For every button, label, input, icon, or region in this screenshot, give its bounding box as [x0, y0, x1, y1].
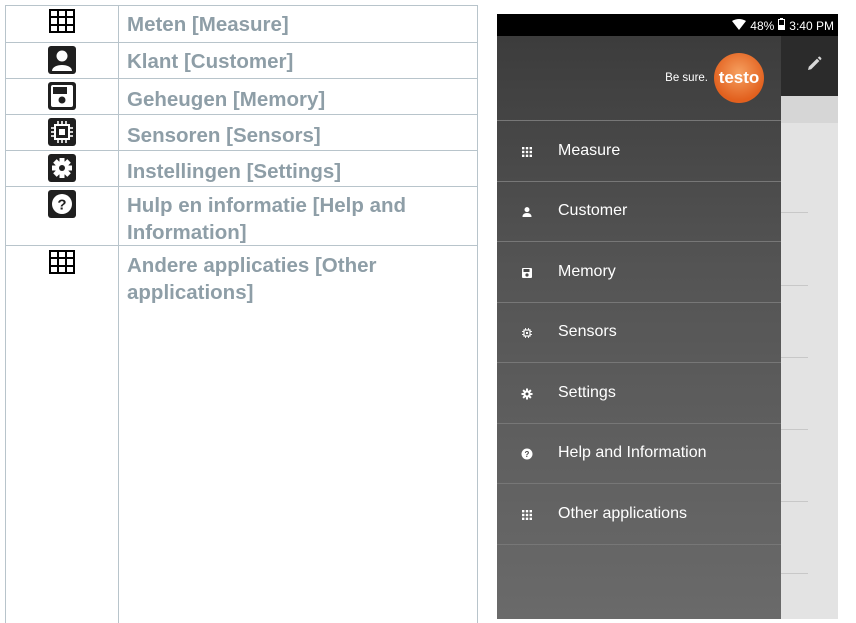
testo-logo: Be sure. testo — [665, 53, 764, 103]
row-label: Instellingen [Settings] — [127, 160, 342, 183]
apps-icon — [521, 508, 533, 520]
divider — [781, 501, 808, 502]
gear-icon — [521, 387, 533, 400]
logo-brand: testo — [714, 53, 764, 103]
icon-legend-table: Meten [Measure] Klant [Customer] Geheuge… — [5, 5, 478, 623]
content-header-strip — [781, 96, 838, 123]
divider — [781, 212, 808, 213]
row-label: Meten [Measure] — [127, 13, 289, 36]
menu-item-sensors[interactable]: Sensors — [497, 301, 781, 363]
status-bar: 48% 3:40 PM — [497, 14, 838, 36]
app-screenshot: 48% 3:40 PM Be sure. testo Measure Custo… — [497, 14, 838, 619]
person-icon — [521, 205, 533, 218]
divider — [781, 573, 808, 574]
divider — [781, 357, 808, 358]
edit-icon[interactable] — [806, 56, 822, 77]
row-label: Sensoren [Sensors] — [127, 124, 321, 147]
divider — [781, 285, 808, 286]
menu-item-label: Other applications — [558, 504, 687, 522]
navigation-drawer: Be sure. testo Measure Customer Memory S… — [497, 36, 781, 619]
row-label: Hulp en informatie [Help and Information… — [127, 194, 407, 244]
svg-text:?: ? — [525, 450, 530, 459]
battery-level: 48% — [750, 18, 775, 33]
save-icon — [521, 266, 533, 278]
drawer-header: Be sure. testo — [497, 36, 781, 120]
grid-icon — [5, 9, 118, 33]
menu-item-settings[interactable]: Settings — [497, 362, 781, 423]
save-icon — [5, 82, 118, 110]
apps-icon — [521, 145, 533, 157]
menu-item-label: Memory — [558, 262, 616, 280]
row-label: Geheugen [Memory] — [127, 88, 326, 111]
menu-item-other-applications[interactable]: Other applications — [497, 483, 781, 544]
menu-item-label: Customer — [558, 202, 628, 220]
divider — [781, 429, 808, 430]
status-time: 3:40 PM — [789, 18, 834, 33]
person-icon — [5, 46, 118, 74]
menu-divider — [497, 543, 781, 545]
help-icon: ? — [5, 190, 118, 218]
help-icon: ? — [521, 447, 533, 460]
row-label: Andere applicaties [Other applications] — [127, 254, 377, 304]
menu-item-label: Sensors — [558, 323, 617, 341]
menu-item-customer[interactable]: Customer — [497, 180, 781, 242]
battery-icon — [778, 18, 786, 33]
wifi-icon — [732, 18, 747, 33]
chip-icon — [5, 118, 118, 146]
menu-item-label: Measure — [558, 141, 621, 159]
gear-icon — [5, 154, 118, 182]
menu-item-label: Settings — [558, 383, 616, 401]
chip-icon — [521, 326, 533, 339]
menu-item-label: Help and Information — [558, 444, 707, 462]
menu-item-memory[interactable]: Memory — [497, 241, 781, 302]
menu-item-help[interactable]: ? Help and Information — [497, 422, 781, 484]
grid-icon — [5, 250, 118, 274]
svg-text:?: ? — [57, 197, 66, 214]
row-label: Klant [Customer] — [127, 50, 294, 73]
menu-item-measure[interactable]: Measure — [497, 120, 781, 181]
logo-tagline: Be sure. — [665, 72, 708, 84]
drawer-menu: Measure Customer Memory Sensors Settings… — [497, 120, 781, 545]
